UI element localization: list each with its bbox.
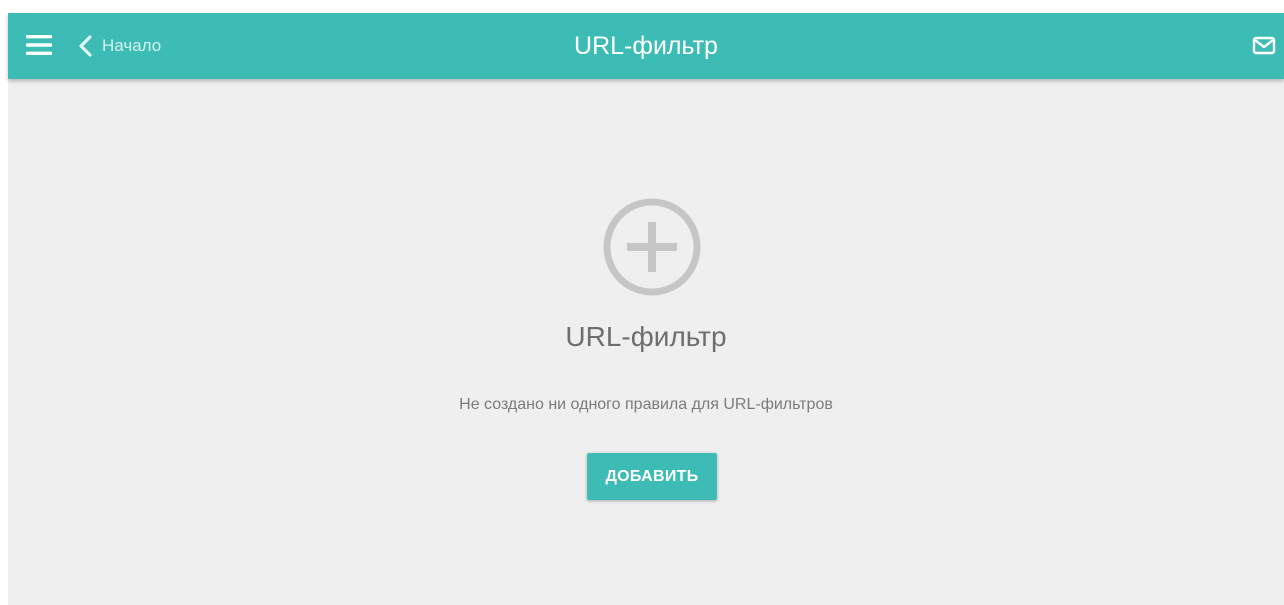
main-panel: Начало URL-фильтр URL-фильтр Не создано … xyxy=(8,13,1284,605)
app-frame: Начало URL-фильтр URL-фильтр Не создано … xyxy=(0,0,1284,605)
add-button[interactable]: ДОБАВИТЬ xyxy=(587,453,717,500)
empty-state-message: Не создано ни одного правила для URL-фил… xyxy=(459,396,833,413)
add-circle-icon xyxy=(602,197,702,297)
back-link-label: Начало xyxy=(102,36,162,55)
empty-state: URL-фильтр Не создано ни одного правила … xyxy=(8,79,1284,605)
back-link[interactable]: Начало xyxy=(76,31,161,61)
mail-icon[interactable] xyxy=(1252,34,1276,56)
hamburger-menu-icon[interactable] xyxy=(26,33,52,57)
page-title: URL-фильтр xyxy=(574,32,718,60)
top-app-bar: Начало URL-фильтр xyxy=(8,13,1284,79)
empty-state-title: URL-фильтр xyxy=(565,321,727,352)
chevron-left-icon xyxy=(79,35,92,57)
